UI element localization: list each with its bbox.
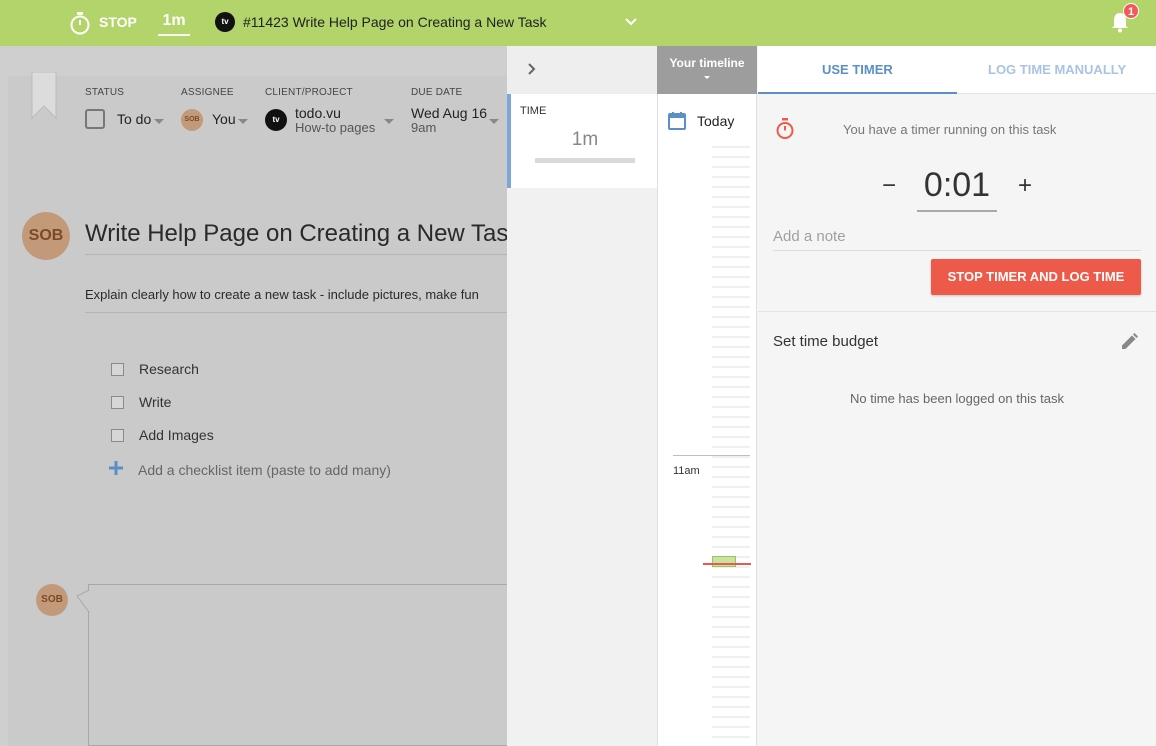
timeline-caret-icon[interactable] — [704, 76, 710, 79]
chevron-right-icon[interactable] — [523, 61, 539, 77]
elapsed-time: 1m — [158, 12, 190, 36]
client-project-label: CLIENT/PROJECT — [265, 87, 353, 98]
checklist-checkbox[interactable] — [111, 429, 124, 442]
timer-value-underline — [917, 210, 997, 212]
notification-count-badge: 1 — [1123, 3, 1139, 19]
checklist-item[interactable]: Research — [139, 361, 199, 377]
running-task-title[interactable]: #11423 Write Help Page on Creating a New… — [243, 14, 547, 30]
stop-button[interactable]: STOP — [99, 14, 137, 30]
today-label[interactable]: Today — [697, 113, 734, 129]
time-progress-bar — [535, 158, 635, 163]
entries-column — [507, 188, 657, 746]
no-time-logged-message: No time has been logged on this task — [850, 391, 1064, 406]
checklist-item[interactable]: Add Images — [139, 427, 214, 443]
current-time-indicator — [703, 563, 751, 565]
timeline-header[interactable] — [657, 46, 757, 94]
timeline-title[interactable]: Your timeline — [657, 56, 757, 70]
tab-log-time-manually[interactable]: LOG TIME MANUALLY — [988, 62, 1126, 77]
stop-timer-and-log-button[interactable]: STOP TIMER AND LOG TIME — [931, 259, 1141, 295]
title-divider — [85, 254, 507, 255]
note-input[interactable] — [773, 223, 1141, 251]
hour-label: 11am — [673, 465, 700, 477]
add-checklist-item-input[interactable]: Add a checklist item (paste to add many) — [138, 462, 391, 478]
active-tab-indicator — [758, 92, 957, 94]
project-value[interactable]: How-to pages — [295, 120, 375, 135]
due-time-value[interactable]: 9am — [411, 120, 436, 135]
calendar-icon[interactable] — [667, 111, 687, 131]
timeline-entry[interactable] — [712, 556, 736, 567]
time-budget-label: Set time budget — [773, 333, 879, 350]
increase-time-button[interactable]: + — [1014, 172, 1036, 200]
client-logo: tv — [265, 109, 287, 131]
time-label: TIME — [520, 105, 547, 117]
description-divider — [85, 312, 507, 313]
tab-use-timer[interactable]: USE TIMER — [822, 62, 893, 77]
time-total-value: 1m — [571, 129, 599, 150]
task-description[interactable]: Explain clearly how to create a new task… — [85, 287, 479, 302]
status-label: STATUS — [85, 87, 125, 98]
comment-avatar: SOB — [36, 584, 68, 616]
assignee-label: ASSIGNEE — [181, 87, 234, 98]
client-value[interactable]: todo.vu — [295, 105, 341, 121]
checklist-checkbox[interactable] — [111, 396, 124, 409]
checklist-item[interactable]: Write — [139, 394, 171, 410]
chevron-down-icon[interactable] — [623, 14, 639, 30]
assignee-caret-icon[interactable] — [238, 119, 248, 124]
owner-avatar: SOB — [22, 212, 70, 260]
comment-pointer — [76, 590, 90, 612]
comment-input[interactable] — [88, 584, 508, 746]
status-checkbox[interactable] — [85, 109, 105, 129]
assignee-value[interactable]: You — [212, 111, 236, 127]
hour-divider — [673, 455, 750, 456]
due-date-label: DUE DATE — [411, 87, 463, 98]
assignee-avatar: SOB — [181, 109, 203, 131]
pencil-icon[interactable] — [1119, 332, 1139, 352]
stopwatch-icon — [776, 118, 794, 139]
timeline-ticks — [712, 146, 750, 738]
timer-value[interactable]: 0:01 — [917, 166, 997, 205]
plus-icon[interactable] — [108, 460, 124, 476]
due-date-caret-icon[interactable] — [489, 119, 499, 124]
status-caret-icon[interactable] — [154, 119, 164, 124]
section-divider — [758, 311, 1156, 312]
decrease-time-button[interactable]: − — [878, 172, 900, 200]
bookmark-icon[interactable] — [30, 72, 58, 120]
client-logo-badge: tv — [215, 12, 235, 32]
client-caret-icon[interactable] — [384, 119, 394, 124]
task-title[interactable]: Write Help Page on Creating a New Task — [85, 220, 520, 248]
stopwatch-icon[interactable] — [69, 11, 91, 35]
due-date-value[interactable]: Wed Aug 16 — [411, 105, 487, 121]
timer-running-message: You have a timer running on this task — [843, 122, 1057, 137]
status-value[interactable]: To do — [117, 111, 151, 127]
checklist-checkbox[interactable] — [111, 363, 124, 376]
